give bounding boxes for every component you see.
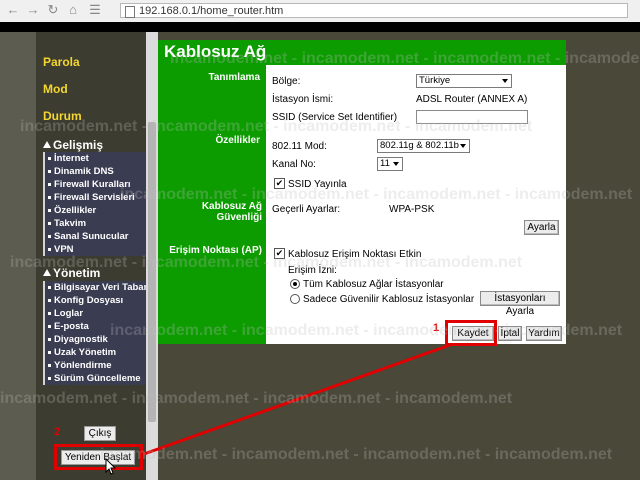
annotation-arrow [143, 343, 451, 456]
